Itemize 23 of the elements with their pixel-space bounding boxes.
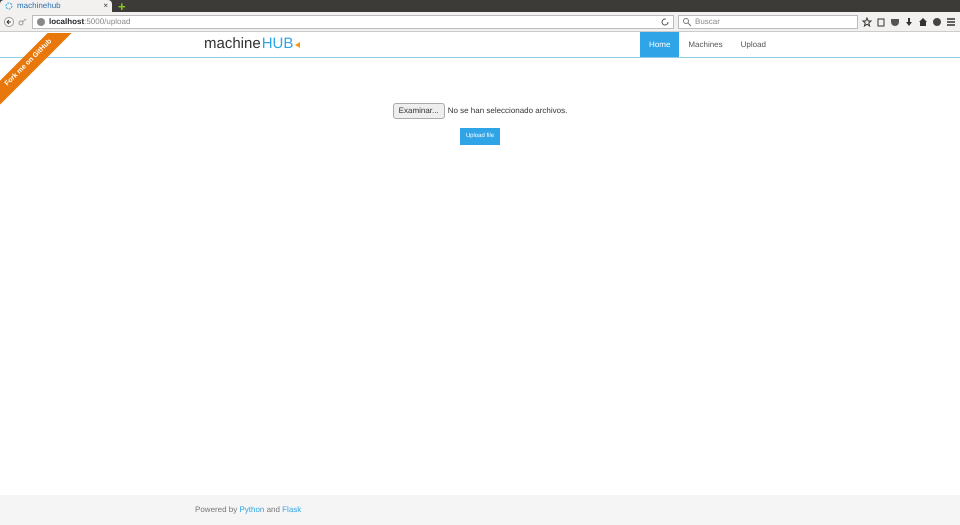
download-icon[interactable]	[904, 16, 914, 26]
tab-favicon-icon	[4, 1, 14, 11]
search-field[interactable]: Buscar	[678, 14, 858, 28]
back-icon[interactable]	[4, 16, 14, 26]
file-status-text: No se han seleccionado archivos.	[448, 105, 568, 117]
brand-logo[interactable]: machineHUB	[204, 32, 300, 57]
reload-icon[interactable]	[660, 16, 670, 26]
url-text: localhost:5000/upload	[49, 16, 130, 28]
star-icon[interactable]	[862, 16, 872, 26]
footer-text: Powered by Python and Flask	[195, 504, 302, 516]
close-icon[interactable]: ×	[103, 0, 108, 12]
tab-title: machinehub	[17, 0, 61, 12]
browse-button[interactable]: Examinar...	[392, 103, 445, 119]
search-icon	[682, 16, 692, 26]
address-field[interactable]: localhost:5000/upload	[32, 14, 674, 28]
search-placeholder: Buscar	[695, 16, 720, 28]
home-icon[interactable]	[918, 16, 928, 26]
new-tab-button[interactable]: +	[118, 2, 126, 12]
browser-tab[interactable]: machinehub ×	[0, 0, 112, 12]
key-icon	[18, 16, 28, 26]
nav-link[interactable]: Machines	[679, 32, 732, 57]
menu-icon[interactable]	[946, 16, 956, 26]
nav-link[interactable]: Upload	[732, 32, 775, 57]
